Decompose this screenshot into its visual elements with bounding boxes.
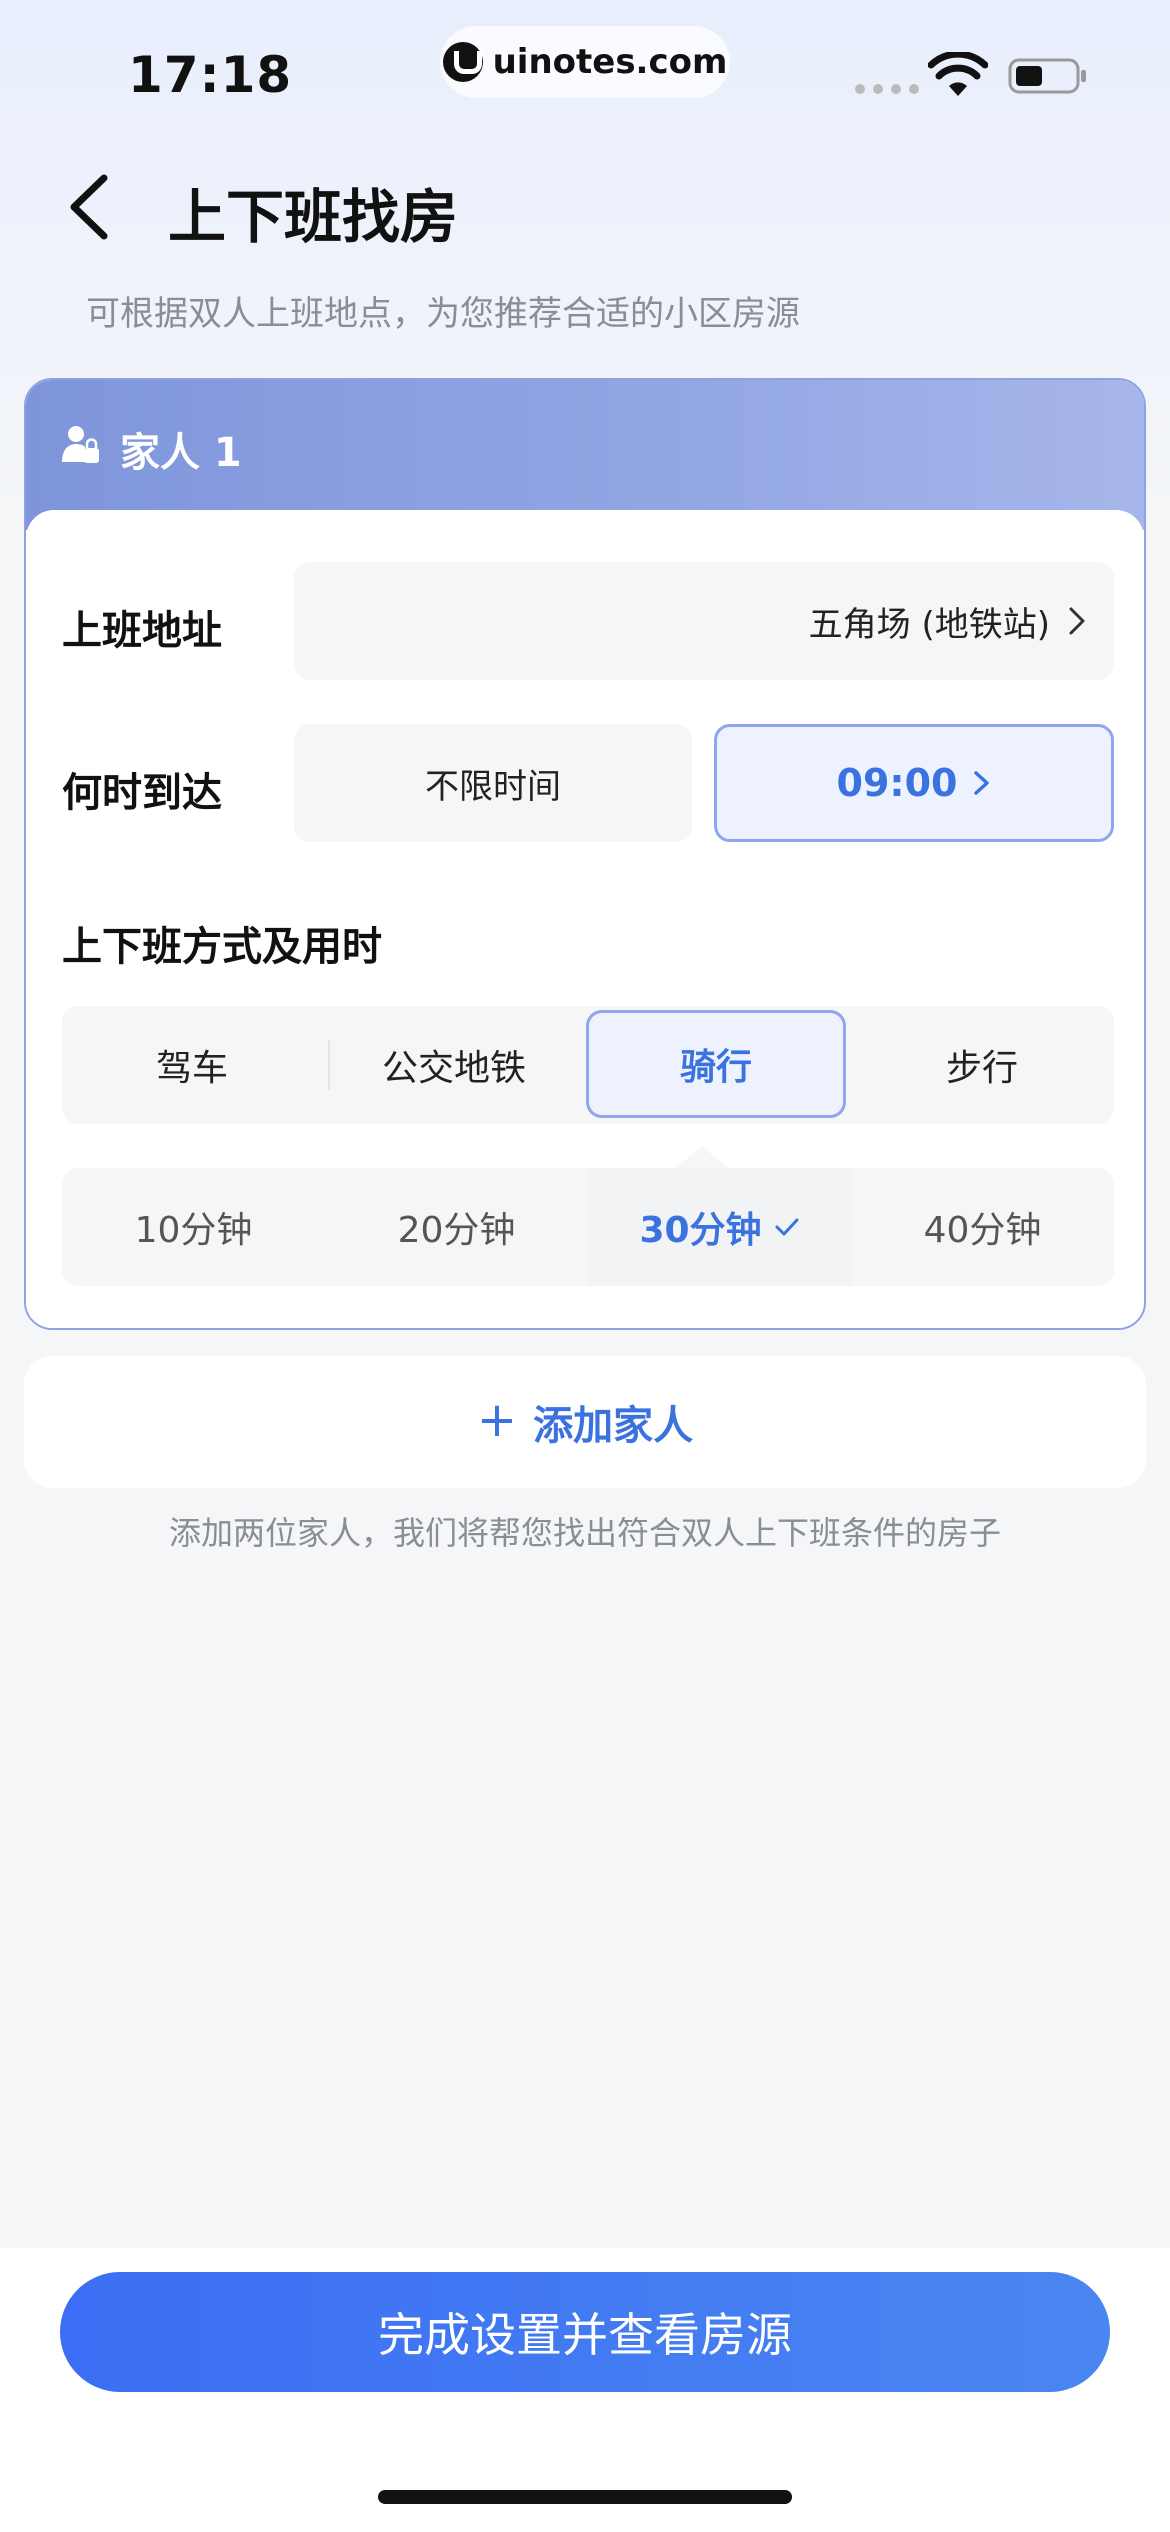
- family-card-header: 家人 1: [26, 380, 1144, 530]
- duration-label: 20分钟: [397, 1210, 516, 1251]
- arrival-time-option[interactable]: 09:00: [714, 724, 1114, 842]
- mode-tab-label: 驾车: [155, 1048, 228, 1089]
- status-time: 17:18: [128, 46, 293, 104]
- family-card: 家人 1 上班地址 五角场 (地铁站) 何时到达 不限时间 09:00 上下班方…: [24, 378, 1146, 1330]
- family-title: 家人 1: [120, 430, 242, 476]
- home-indicator[interactable]: [378, 2490, 792, 2504]
- mode-tab-label: 步行: [945, 1048, 1018, 1089]
- person-icon: [62, 426, 99, 463]
- wifi-icon: [928, 52, 988, 96]
- family-card-body: 上班地址 五角场 (地铁站) 何时到达 不限时间 09:00 上下班方式及用时 …: [26, 510, 1144, 1328]
- duration-option-10[interactable]: 10分钟: [62, 1168, 325, 1286]
- duration-label: 10分钟: [134, 1210, 253, 1251]
- mode-tab-label: 骑行: [679, 1047, 752, 1088]
- duration-options: 10分钟 20分钟 30分钟 40分钟: [62, 1168, 1114, 1286]
- arrival-unlimited-option[interactable]: 不限时间: [294, 724, 692, 842]
- arrival-time-value: 09:00: [836, 761, 958, 805]
- uinotes-logo-icon: [442, 42, 483, 82]
- work-address-selector[interactable]: 五角场 (地铁站): [294, 562, 1114, 680]
- page-subtitle: 可根据双人上班地点，为您推荐合适的小区房源: [86, 294, 800, 334]
- work-address-value: 五角场 (地铁站): [808, 604, 1050, 645]
- submit-button[interactable]: 完成设置并查看房源: [60, 2272, 1110, 2392]
- url-pill: uinotes.com: [440, 26, 730, 98]
- add-family-hint: 添加两位家人，我们将帮您找出符合双人上下班条件的房子: [168, 1514, 1001, 1552]
- duration-label: 30分钟: [639, 1210, 762, 1251]
- check-icon: [775, 1218, 799, 1236]
- plus-icon: +: [476, 1392, 518, 1448]
- signal-icon: [855, 84, 919, 94]
- back-button[interactable]: [62, 172, 118, 242]
- mode-tab-cycling[interactable]: 骑行: [586, 1010, 846, 1118]
- arrival-time-label: 何时到达: [62, 770, 222, 816]
- add-family-label: 添加家人: [533, 1403, 694, 1449]
- duration-pointer: [676, 1146, 728, 1168]
- url-text: uinotes.com: [492, 42, 728, 82]
- page-title: 上下班找房: [168, 183, 459, 251]
- chevron-right-icon: [1069, 607, 1085, 635]
- mode-tab-label: 公交地铁: [381, 1048, 526, 1089]
- mode-tab-transit[interactable]: 公交地铁: [324, 1006, 584, 1124]
- add-family-button[interactable]: + 添加家人: [24, 1356, 1146, 1488]
- duration-option-20[interactable]: 20分钟: [325, 1168, 588, 1286]
- commute-section-title: 上下班方式及用时: [62, 924, 382, 970]
- battery-icon: [1008, 58, 1086, 94]
- status-bar: 17:18 uinotes.com: [0, 0, 1170, 140]
- mode-tab-drive[interactable]: 驾车: [62, 1006, 322, 1124]
- duration-option-30[interactable]: 30分钟: [588, 1168, 851, 1286]
- arrival-unlimited-label: 不限时间: [425, 766, 561, 807]
- commute-mode-tabs: 驾车 公交地铁 骑行 步行: [62, 1006, 1114, 1124]
- duration-label: 40分钟: [923, 1210, 1042, 1251]
- work-address-label: 上班地址: [62, 608, 222, 654]
- chevron-right-icon: [974, 771, 990, 795]
- mode-tab-walk[interactable]: 步行: [852, 1006, 1112, 1124]
- submit-label: 完成设置并查看房源: [378, 2308, 792, 2362]
- duration-option-40[interactable]: 40分钟: [851, 1168, 1114, 1286]
